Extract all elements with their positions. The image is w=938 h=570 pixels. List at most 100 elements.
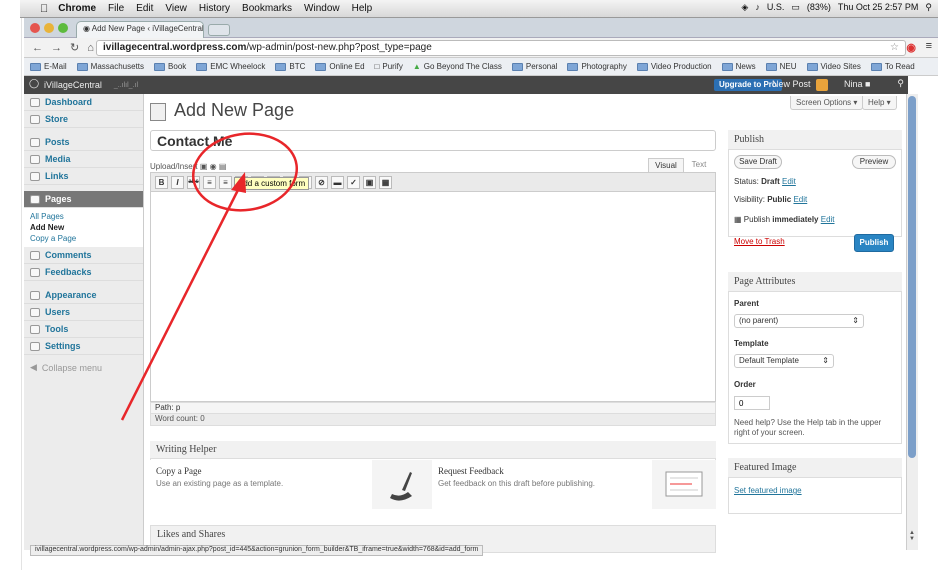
extension-icon[interactable]: ◉	[906, 41, 916, 54]
search-icon[interactable]: ⚲	[897, 78, 904, 89]
tab-text[interactable]: Text	[684, 158, 714, 172]
new-post-link[interactable]: New Post	[772, 79, 811, 89]
bookmark-item[interactable]: □ Purify	[375, 62, 403, 71]
back-icon[interactable]: ←	[32, 42, 43, 54]
publish-button[interactable]: Publish	[854, 234, 894, 252]
forward-icon[interactable]: →	[51, 42, 62, 54]
copy-page-option[interactable]: Copy a Page Use an existing page as a te…	[150, 460, 372, 509]
screen-options-button[interactable]: Screen Options ▾	[790, 96, 864, 110]
kitchen-sink-icon[interactable]: ▦	[379, 175, 392, 189]
user-menu[interactable]: Nina ■	[844, 79, 870, 89]
add-media-icon[interactable]: ▣	[200, 162, 208, 171]
site-name[interactable]: iVillageCentral	[44, 80, 102, 90]
sidebar-item-pages[interactable]: Pages	[24, 191, 143, 208]
parent-select[interactable]: (no parent) ⇕	[734, 314, 864, 328]
fullscreen-icon[interactable]: ▣	[363, 175, 376, 189]
add-poll-icon[interactable]: ◉	[210, 162, 217, 171]
bookmark-item[interactable]: Photography	[567, 62, 627, 71]
strikethrough-icon[interactable]: abc	[187, 175, 200, 189]
publish-heading[interactable]: Publish	[728, 130, 902, 150]
content-editor[interactable]	[150, 192, 716, 402]
sidebar-item-media[interactable]: Media	[24, 151, 143, 168]
scrollbar-thumb[interactable]	[908, 96, 916, 458]
writing-helper-heading[interactable]: Writing Helper	[150, 441, 716, 459]
apple-icon[interactable]: 	[40, 3, 48, 15]
request-feedback-option[interactable]: Request Feedback Get feedback on this dr…	[432, 460, 652, 509]
battery-icon[interactable]: ▭	[791, 2, 800, 13]
sidebar-item-links[interactable]: Links	[24, 168, 143, 185]
wordpress-logo-icon[interactable]: ◯	[29, 78, 39, 89]
move-to-trash-link[interactable]: Move to Trash	[734, 237, 785, 246]
sidebar-sub-copy-page[interactable]: Copy a Page	[24, 233, 143, 244]
template-select[interactable]: Default Template ⇕	[734, 354, 834, 368]
title-input[interactable]	[150, 130, 716, 151]
sidebar-item-comments[interactable]: Comments	[24, 247, 143, 264]
featured-image-heading[interactable]: Featured Image	[728, 458, 902, 478]
bookmark-item[interactable]: EMC Wheelock	[196, 62, 265, 71]
sidebar-item-tools[interactable]: Tools	[24, 321, 143, 338]
bookmark-item[interactable]: To Read	[870, 62, 915, 71]
tab-visual[interactable]: Visual	[648, 158, 684, 172]
bookmark-item[interactable]: BTC	[275, 62, 305, 71]
home-icon[interactable]: ⌂	[87, 42, 94, 54]
spellcheck-icon[interactable]: ✓	[347, 175, 360, 189]
italic-icon[interactable]: I	[171, 175, 184, 189]
bookmark-item[interactable]: Video Production	[636, 62, 712, 71]
sidebar-sub-all-pages[interactable]: All Pages	[24, 211, 143, 222]
set-featured-image-link[interactable]: Set featured image	[734, 486, 802, 495]
bookmark-item[interactable]: E-Mail	[30, 62, 67, 71]
clock[interactable]: Thu Oct 25 2:57 PM	[838, 2, 919, 13]
bullet-list-icon[interactable]: ≡	[203, 175, 216, 189]
unlink-icon[interactable]: ⊘	[315, 175, 328, 189]
browser-tab[interactable]: ◉ Add New Page ‹ iVillageCentral ×	[76, 21, 204, 38]
scroll-arrows-icon[interactable]: ▲ ▼	[908, 530, 916, 546]
sidebar-item-feedbacks[interactable]: Feedbacks	[24, 264, 143, 281]
sidebar-item-users[interactable]: Users	[24, 304, 143, 321]
menu-history[interactable]: History	[199, 3, 230, 14]
notifications-icon[interactable]	[816, 79, 828, 91]
status-edit-link[interactable]: Edit	[782, 177, 796, 186]
spotlight-icon[interactable]: ⚲	[925, 2, 932, 13]
preview-button[interactable]: Preview	[852, 155, 896, 169]
stats-sparkline-icon[interactable]: _..ılıl_.ıl	[114, 82, 138, 89]
insert-more-icon[interactable]: ▬	[331, 175, 344, 189]
menu-view[interactable]: View	[165, 3, 187, 14]
bookmark-item[interactable]: Personal	[511, 62, 557, 71]
add-custom-form-icon[interactable]: ▤	[219, 162, 227, 171]
page-attributes-heading[interactable]: Page Attributes	[728, 272, 902, 292]
wifi-icon[interactable]: ◈	[741, 2, 748, 13]
sidebar-sub-add-new[interactable]: Add New	[24, 222, 143, 233]
bookmark-item[interactable]: Massachusetts	[76, 62, 144, 71]
order-input[interactable]	[734, 396, 770, 410]
bold-icon[interactable]: B	[155, 175, 168, 189]
reload-icon[interactable]: ↻	[70, 41, 79, 54]
menu-window[interactable]: Window	[304, 3, 340, 14]
sidebar-item-appearance[interactable]: Appearance	[24, 287, 143, 304]
bookmark-item[interactable]: NEU	[765, 62, 797, 71]
url-bar[interactable]: ivillagecentral.wordpress.com/wp-admin/p…	[96, 40, 906, 56]
wrench-menu-icon[interactable]: ≡	[926, 40, 932, 52]
input-lang[interactable]: U.S.	[767, 2, 785, 13]
sidebar-item-posts[interactable]: Posts	[24, 134, 143, 151]
sidebar-item-store[interactable]: Store	[24, 111, 143, 128]
zoom-window-icon[interactable]	[58, 23, 68, 33]
menu-bookmarks[interactable]: Bookmarks	[242, 3, 292, 14]
bookmark-item[interactable]: Book	[154, 62, 186, 71]
schedule-edit-link[interactable]: Edit	[821, 215, 835, 224]
menu-app[interactable]: Chrome	[58, 3, 96, 14]
sidebar-item-settings[interactable]: Settings	[24, 338, 143, 355]
sidebar-item-dashboard[interactable]: Dashboard	[24, 94, 143, 111]
help-button[interactable]: Help ▾	[862, 96, 897, 110]
minimize-window-icon[interactable]	[44, 23, 54, 33]
bookmark-item[interactable]: Video Sites	[806, 62, 861, 71]
collapse-menu-button[interactable]: ◀ Collapse menu	[24, 359, 143, 376]
volume-icon[interactable]: ♪	[755, 2, 760, 13]
visibility-edit-link[interactable]: Edit	[793, 195, 807, 204]
bookmark-item[interactable]: ▲ Go Beyond The Class	[413, 62, 502, 71]
save-draft-button[interactable]: Save Draft	[734, 155, 782, 169]
menu-file[interactable]: File	[108, 3, 124, 14]
bookmark-item[interactable]: Online Ed	[315, 62, 365, 71]
menu-edit[interactable]: Edit	[136, 3, 153, 14]
bookmark-item[interactable]: News	[721, 62, 756, 71]
numbered-list-icon[interactable]: ≡	[219, 175, 232, 189]
